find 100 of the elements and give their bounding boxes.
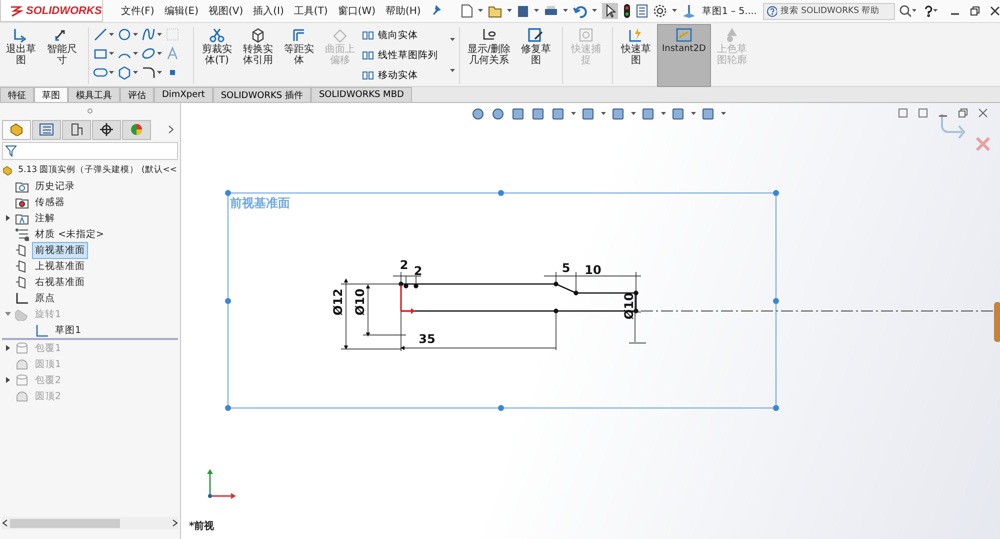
caret-icon[interactable] [601, 112, 606, 116]
panel-tab[interactable] [62, 120, 91, 140]
caret-icon[interactable] [109, 32, 114, 36]
ribbon-list-button[interactable]: 移动实体 [362, 69, 450, 82]
tree-item[interactable]: 传感器 [32, 194, 68, 210]
caret-icon[interactable] [133, 70, 138, 74]
caret-icon[interactable] [133, 32, 138, 36]
dimension-value[interactable]: 35 [418, 332, 436, 346]
ribbon-button[interactable]: 修复草图 [517, 25, 555, 86]
command-tab[interactable]: 草图 [34, 87, 68, 102]
ribbon-button[interactable]: Instant2D [658, 25, 710, 86]
command-tab[interactable]: 模具工具 [68, 87, 120, 102]
tree-item[interactable]: 右视基准面 [32, 274, 88, 290]
ribbon-list-button[interactable]: 线性草图阵列 [362, 48, 450, 62]
tree-item[interactable]: 前视基准面 [32, 242, 88, 258]
caret-icon[interactable] [933, 9, 938, 13]
command-tab[interactable]: 评估 [120, 87, 154, 102]
dimension-value[interactable]: 2 [400, 258, 408, 272]
ribbon-button[interactable]: 退出草图 [2, 25, 40, 86]
axis-arrow-icon[interactable] [682, 4, 696, 18]
command-tab[interactable]: DimXpert [154, 87, 213, 102]
caret-icon[interactable] [661, 112, 666, 116]
print-icon[interactable] [544, 4, 558, 18]
help-question-icon[interactable] [924, 5, 934, 17]
restore-icon[interactable] [970, 6, 980, 16]
menu-item[interactable]: 窗口(W) [338, 4, 376, 18]
tree-item[interactable]: 材质 <未指定> [32, 226, 107, 242]
new-document-icon[interactable] [460, 4, 473, 18]
app-logo[interactable]: SOLIDWORKS [0, 0, 103, 22]
tree-item[interactable]: 原点 [32, 290, 58, 306]
undo-icon[interactable] [572, 4, 587, 18]
chevron-right-icon[interactable] [168, 125, 174, 134]
filter-icon[interactable] [5, 145, 17, 157]
caret-icon[interactable] [691, 112, 696, 116]
tree-item[interactable]: 历史记录 [32, 178, 78, 194]
panel-left-icon[interactable] [898, 108, 908, 118]
panel-right-icon[interactable] [918, 108, 928, 118]
menu-item[interactable]: 帮助(H) [386, 4, 421, 18]
fillet-icon[interactable] [141, 65, 156, 80]
ribbon-button[interactable]: 等距实体 [280, 25, 318, 86]
panel-tab[interactable] [32, 120, 61, 140]
close-icon[interactable] [990, 6, 1000, 16]
caret-icon[interactable] [157, 32, 162, 36]
caret-icon[interactable] [562, 9, 568, 13]
spline-icon[interactable] [141, 27, 156, 42]
caret-icon[interactable] [157, 70, 162, 74]
tree-root[interactable]: 5.13 圆顶实例（子弹头建模） (默认<< [15, 162, 180, 178]
settings-icon[interactable] [652, 4, 667, 18]
polygon-icon[interactable] [117, 65, 132, 80]
command-tab[interactable]: SOLIDWORKS 插件 [212, 87, 311, 102]
caret-icon[interactable] [109, 70, 114, 74]
options-list-icon[interactable] [636, 4, 648, 18]
caret-icon[interactable] [631, 112, 636, 116]
panel-tab[interactable] [92, 120, 121, 140]
select-pointer-icon[interactable] [602, 3, 618, 19]
circle-icon[interactable] [117, 27, 132, 42]
ribbon-button[interactable]: 剪裁实体(T) [198, 25, 236, 86]
save-icon[interactable] [516, 4, 529, 18]
caret-icon[interactable] [534, 9, 539, 13]
tree-item[interactable]: 注解 [32, 210, 58, 226]
ribbon-button[interactable]: 显示/删除几何关系 [464, 25, 514, 86]
menu-item[interactable]: 文件(F) [120, 4, 154, 18]
ribbon-button[interactable]: 转换实体引用 [239, 25, 277, 86]
menu-item[interactable]: 工具(T) [294, 4, 328, 18]
scroll-right-icon[interactable] [172, 519, 178, 527]
grip-icon[interactable] [87, 108, 93, 114]
scroll-left-icon[interactable] [2, 519, 8, 527]
search-field[interactable]: 搜索 SOLIDWORKS 帮助 [762, 2, 895, 20]
horizontal-scrollbar[interactable] [2, 517, 178, 529]
dimension-value[interactable]: Ø12 [331, 288, 345, 316]
confirm-sketch-icon[interactable] [941, 114, 966, 139]
caret-icon[interactable] [721, 112, 726, 116]
line-icon[interactable] [93, 27, 108, 42]
caret-icon[interactable] [157, 52, 162, 56]
caret-icon[interactable] [571, 112, 576, 116]
command-tab[interactable]: SOLIDWORKS MBD [310, 87, 412, 102]
ellipse-icon[interactable] [141, 46, 156, 61]
pin-icon[interactable] [430, 5, 441, 17]
dimension-value[interactable]: 2 [414, 264, 422, 278]
menu-item[interactable]: 视图(V) [208, 4, 244, 18]
traffic-light-icon[interactable] [622, 4, 631, 18]
search-icon[interactable] [898, 4, 912, 18]
caret-icon[interactable] [506, 9, 512, 13]
open-folder-icon[interactable] [488, 4, 502, 18]
caret-icon[interactable] [912, 9, 916, 13]
caret-icon[interactable] [450, 38, 455, 42]
command-tab[interactable]: 特征 [0, 87, 34, 102]
menu-item[interactable]: 编辑(E) [164, 4, 198, 18]
ribbon-list-button[interactable]: 镜向实体 [362, 28, 450, 42]
ribbon-button[interactable]: 快速草图 [617, 25, 655, 86]
filter-field[interactable] [2, 142, 178, 160]
panel-handle[interactable] [994, 302, 1000, 342]
dimension-value[interactable]: 5 [562, 261, 570, 275]
dimension-value[interactable]: 10 [584, 263, 602, 277]
dimension-value[interactable]: Ø10 [353, 288, 367, 316]
caret-icon[interactable] [672, 9, 677, 13]
collapsed-arrow-icon[interactable] [5, 215, 11, 221]
menu-item[interactable]: 插入(I) [253, 4, 284, 18]
caret-icon[interactable] [109, 52, 114, 56]
caret-icon[interactable] [133, 52, 138, 56]
